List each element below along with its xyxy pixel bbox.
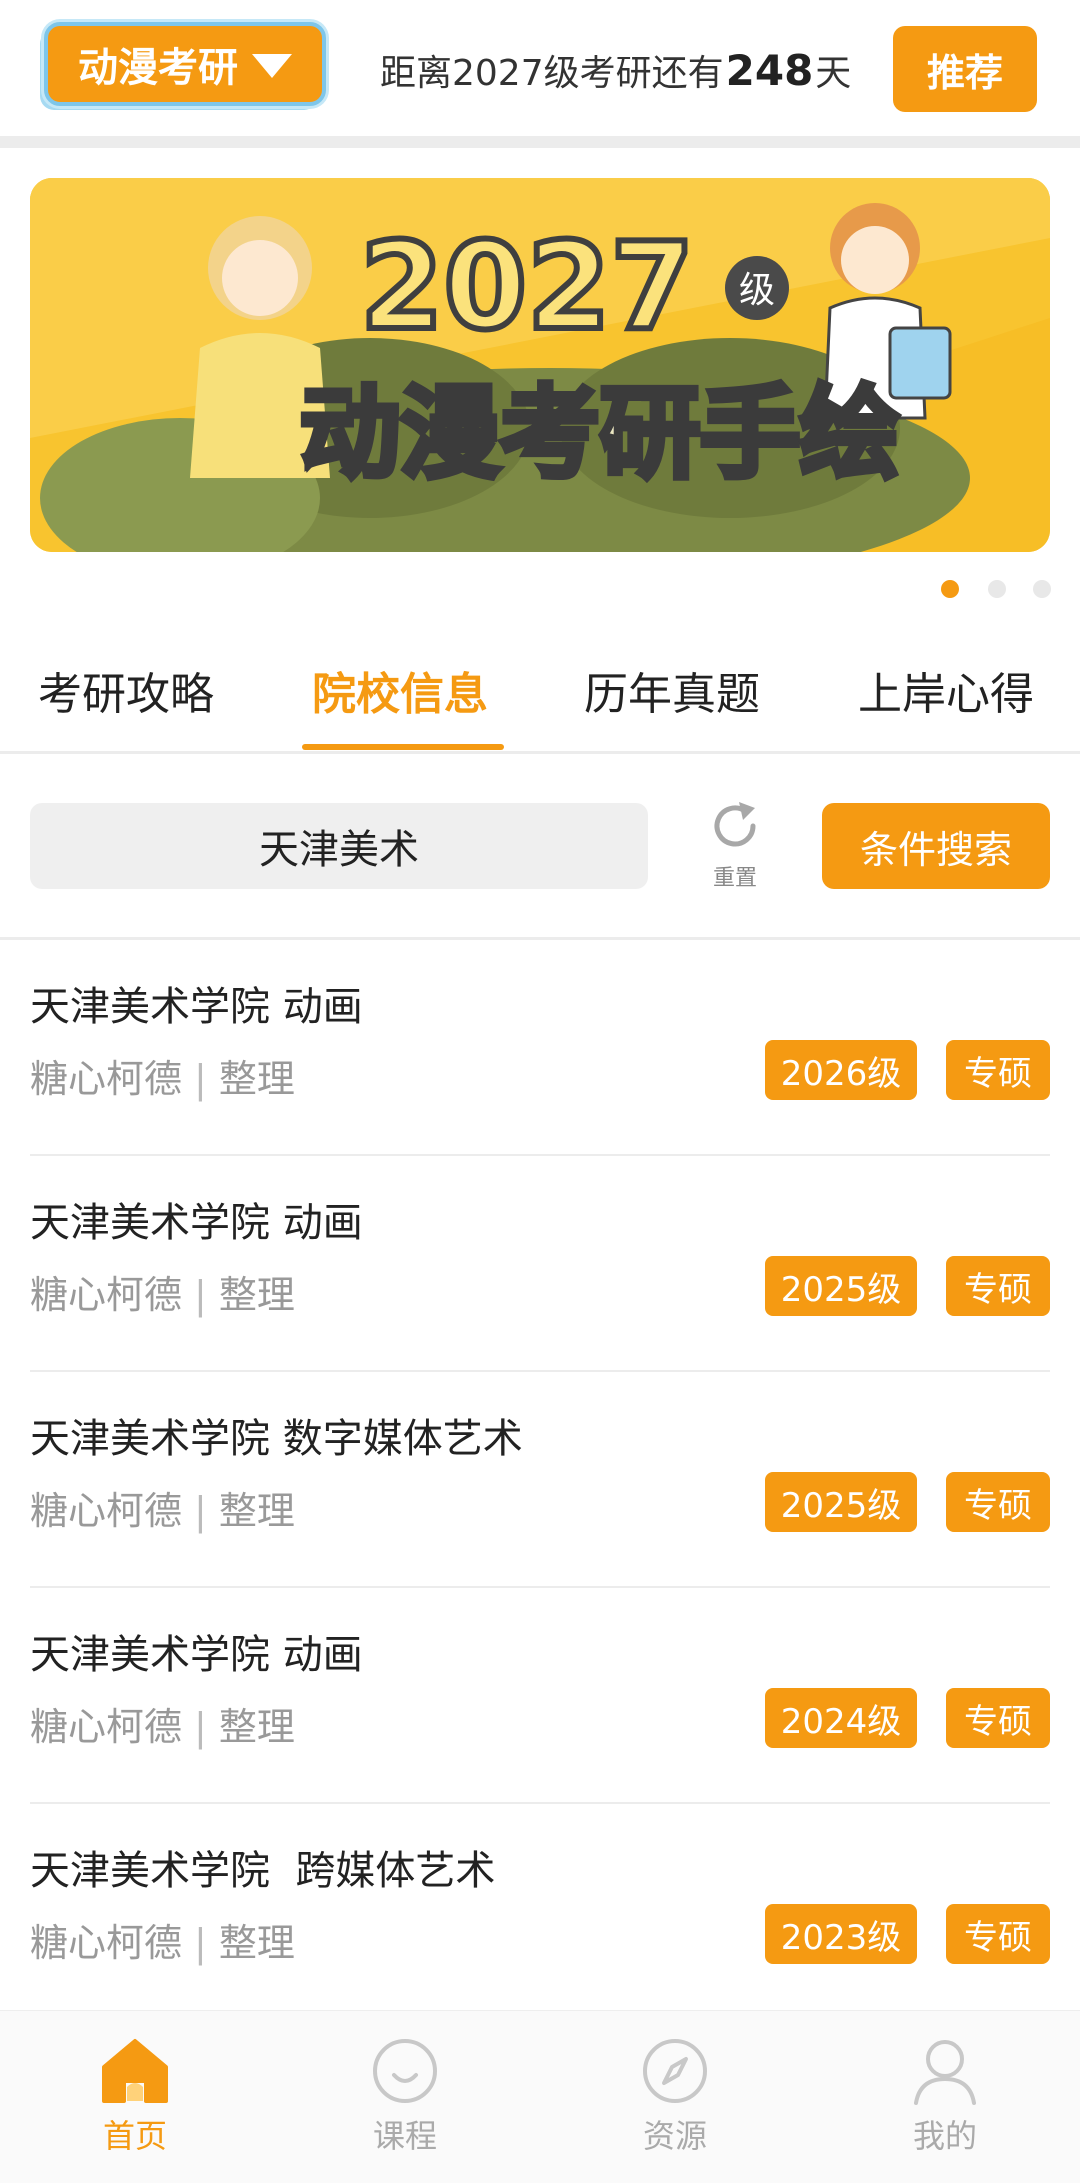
promo-banner[interactable]: 2027 级 动漫考研手绘	[30, 178, 1050, 552]
brand-dropdown-button[interactable]: 动漫考研	[44, 22, 326, 106]
top-header: 动漫考研 距离2027级考研还有248天 推荐	[0, 0, 1080, 136]
header-divider	[0, 136, 1080, 148]
pagination-dot-1[interactable]	[941, 580, 959, 598]
list-item-meta: 糖心柯德 | 整理	[30, 1480, 295, 1535]
brand-label: 动漫考研	[78, 45, 238, 91]
nav-home-label: 首页	[102, 2117, 167, 2155]
list-item-title: 天津美术学院 动画	[30, 1632, 363, 1678]
pagination-dot-2[interactable]	[988, 580, 1006, 598]
banner-illustration: 2027 级 动漫考研手绘	[30, 178, 1050, 552]
nav-courses[interactable]: 课程	[335, 2037, 475, 2157]
countdown-suffix: 天	[815, 53, 852, 94]
countdown-prefix: 距离2027级考研还有	[380, 53, 724, 94]
refresh-icon	[714, 802, 756, 847]
compass-icon	[643, 2039, 707, 2103]
condition-search-button[interactable]: 条件搜索	[822, 803, 1050, 889]
recommend-button[interactable]: 推荐	[893, 26, 1037, 112]
reset-label: 重置	[712, 866, 757, 891]
list-item-title: 天津美术学院 跨媒体艺术	[30, 1848, 496, 1894]
countdown-days: 248	[725, 46, 814, 95]
person-icon	[914, 2040, 976, 2105]
nav-courses-label: 课程	[372, 2117, 437, 2155]
list-item-meta: 糖心柯德 | 整理	[30, 1048, 295, 1103]
exam-countdown: 距离2027级考研还有248天	[380, 44, 851, 96]
search-input[interactable]: 天津美术	[30, 803, 648, 889]
list-item-meta: 糖心柯德 | 整理	[30, 1264, 295, 1319]
banner-title-text: 动漫考研手绘	[300, 375, 900, 492]
list-item[interactable]: 天津美术学院 数字媒体艺术 糖心柯德 | 整理 2025级 专硕	[0, 1372, 1080, 1588]
list-item-author: 糖心柯德	[30, 1921, 183, 1965]
tab-strategy[interactable]: 考研攻略	[38, 658, 214, 722]
meta-separator: |	[194, 1273, 207, 1317]
meta-separator: |	[194, 1489, 207, 1533]
list-item-role: 整理	[218, 1921, 295, 1965]
reset-button[interactable]: 重置	[700, 796, 770, 896]
nav-home[interactable]: 首页	[65, 2037, 205, 2157]
meta-separator: |	[194, 1921, 207, 1965]
list-item-title: 天津美术学院 数字媒体艺术	[30, 1416, 523, 1462]
nav-profile-label: 我的	[912, 2117, 977, 2155]
list-item-title: 天津美术学院 动画	[30, 984, 363, 1030]
year-tag: 2023级	[765, 1904, 917, 1964]
banner-year-text: 2027	[360, 218, 694, 357]
degree-type-tag: 专硕	[946, 1472, 1050, 1532]
meta-separator: |	[194, 1057, 207, 1101]
tab-past-exams[interactable]: 历年真题	[584, 658, 760, 722]
list-item[interactable]: 天津美术学院 动画 糖心柯德 | 整理 2026级 专硕	[0, 940, 1080, 1156]
list-item-role: 整理	[218, 1705, 295, 1749]
banner-pagination	[0, 580, 1080, 600]
caret-down-icon	[252, 54, 292, 78]
bottom-navigation: 首页 课程 资源 我的	[0, 2010, 1080, 2183]
list-item-author: 糖心柯德	[30, 1489, 183, 1533]
list-item-meta: 糖心柯德 | 整理	[30, 1912, 295, 1967]
list-item-author: 糖心柯德	[30, 1273, 183, 1317]
banner-badge-text: 级	[739, 270, 775, 311]
list-item-meta: 糖心柯德 | 整理	[30, 1696, 295, 1751]
degree-type-tag: 专硕	[946, 1688, 1050, 1748]
list-item[interactable]: 天津美术学院 动画 糖心柯德 | 整理 2025级 专硕	[0, 1156, 1080, 1372]
degree-type-tag: 专硕	[946, 1040, 1050, 1100]
list-item-role: 整理	[218, 1057, 295, 1101]
list-item-author: 糖心柯德	[30, 1705, 183, 1749]
nav-resources-label: 资源	[642, 2117, 707, 2155]
meta-separator: |	[194, 1705, 207, 1749]
list-item[interactable]: 天津美术学院 动画 糖心柯德 | 整理 2024级 专硕	[0, 1588, 1080, 1804]
list-item[interactable]: 天津美术学院 跨媒体艺术 糖心柯德 | 整理 2023级 专硕	[0, 1804, 1080, 2020]
nav-resources[interactable]: 资源	[605, 2037, 745, 2157]
tabs-divider	[0, 751, 1080, 754]
pagination-dot-3[interactable]	[1033, 580, 1051, 598]
active-tab-indicator	[302, 744, 504, 750]
list-item-role: 整理	[218, 1273, 295, 1317]
tab-school-info[interactable]: 院校信息	[312, 658, 488, 722]
year-tag: 2025级	[765, 1472, 917, 1532]
list-item-role: 整理	[218, 1489, 295, 1533]
smile-face-icon	[373, 2039, 437, 2103]
degree-type-tag: 专硕	[946, 1256, 1050, 1316]
home-icon	[102, 2039, 168, 2103]
year-tag: 2024级	[765, 1688, 917, 1748]
nav-profile[interactable]: 我的	[875, 2037, 1015, 2157]
tab-experience[interactable]: 上岸心得	[858, 658, 1034, 722]
list-item-author: 糖心柯德	[30, 1057, 183, 1101]
category-tabs: 考研攻略 院校信息 历年真题 上岸心得	[0, 620, 1080, 750]
year-tag: 2025级	[765, 1256, 917, 1316]
list-item-title: 天津美术学院 动画	[30, 1200, 363, 1246]
degree-type-tag: 专硕	[946, 1904, 1050, 1964]
year-tag: 2026级	[765, 1040, 917, 1100]
